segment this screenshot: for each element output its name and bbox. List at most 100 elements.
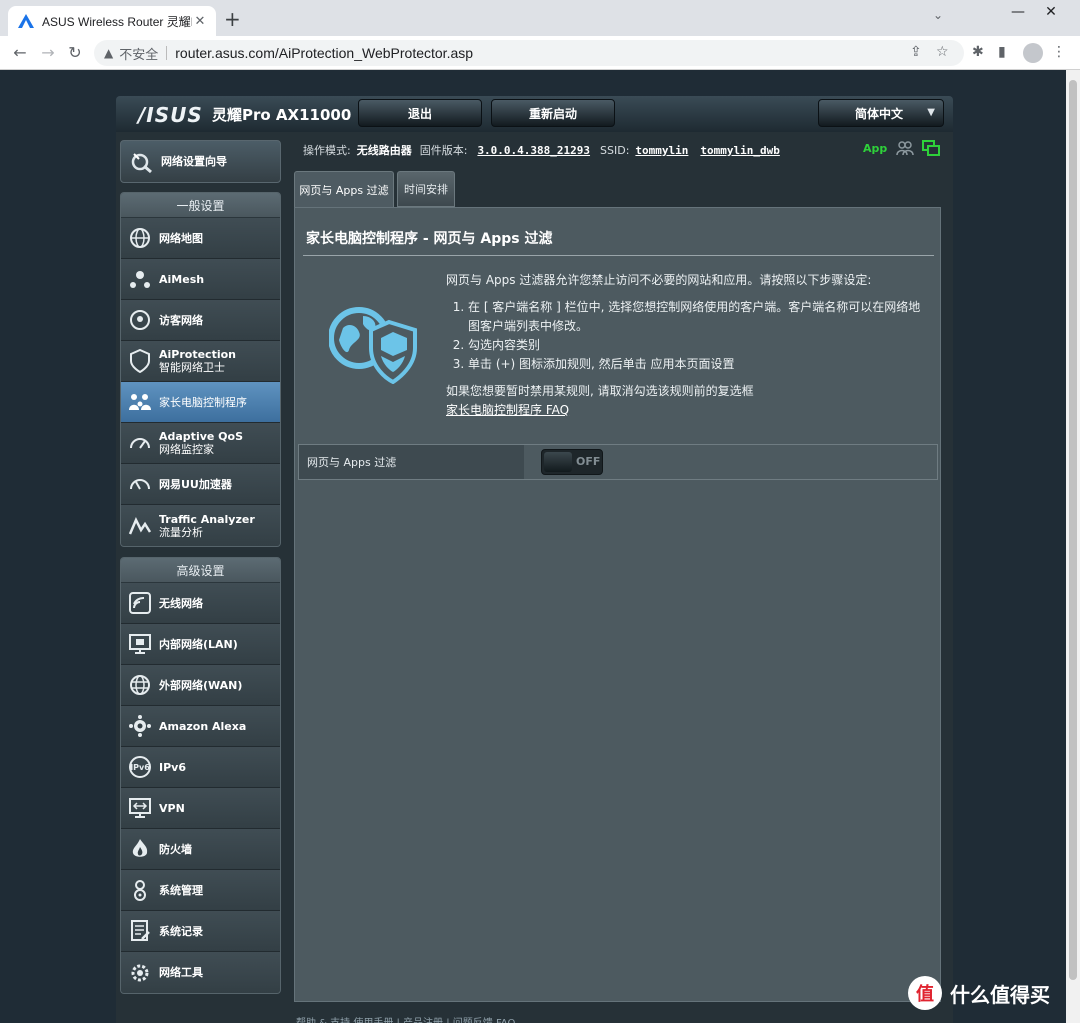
wan-icon — [127, 672, 153, 698]
sidebar-item-guest-network[interactable]: 访客网络 — [121, 300, 280, 341]
sidebar-item-uu-accelerator[interactable]: 网易UU加速器 — [121, 464, 280, 505]
sidebar-item-parental-control[interactable]: 家长电脑控制程序 — [121, 382, 280, 423]
switch-state: OFF — [576, 455, 601, 468]
filter-toggle-row: 网页与 Apps 过滤 OFF — [298, 444, 938, 480]
label-main: Traffic Analyzer — [159, 512, 255, 526]
advanced-settings-menu: 高级设置 无线网络 内部网络(LAN) 外部网络(WAN) Amazon Ale… — [120, 557, 281, 994]
page-scrollbar[interactable] — [1066, 70, 1080, 1023]
sidebar-item-aimesh[interactable]: AiMesh — [121, 259, 280, 300]
operation-mode-value[interactable]: 无线路由器 — [357, 142, 412, 158]
faq-link[interactable]: 家长电脑控制程序 FAQ — [446, 401, 926, 420]
general-settings-menu: 一般设置 网络地图 AiMesh 访客网络 AiProtection 智能网络卫士… — [120, 192, 281, 547]
sidebar-item-label: VPN — [159, 801, 185, 815]
insecure-label[interactable]: 不安全 — [119, 44, 158, 63]
description-block: 网页与 Apps 过滤器允许您禁止访问不必要的网站和应用。请按照以下步骤设定: … — [446, 271, 926, 420]
sidebar-item-system-log[interactable]: 系统记录 — [121, 911, 280, 952]
menu-dots-icon[interactable]: ⋮ — [1052, 44, 1066, 60]
alexa-icon — [127, 713, 153, 739]
warning-icon[interactable]: ▲ — [104, 46, 113, 60]
guest-network-icon — [127, 307, 153, 333]
router-model: 灵耀Pro AX11000 — [212, 106, 352, 124]
close-window-icon[interactable]: ✕ — [1039, 4, 1063, 20]
share-icon[interactable]: ⇪ — [910, 44, 922, 60]
operation-mode-label: 操作模式: — [303, 144, 351, 157]
logout-button[interactable]: 退出 — [358, 99, 482, 127]
sidebar-item-label: 系统记录 — [159, 924, 203, 938]
sidebar-item-label: 访客网络 — [159, 313, 203, 327]
sidebar-item-label: Traffic Analyzer 流量分析 — [159, 513, 255, 539]
admin-icon — [127, 877, 153, 903]
side-panel-icon[interactable]: ▮ — [998, 44, 1006, 60]
sidebar-item-alexa[interactable]: Amazon Alexa — [121, 706, 280, 747]
firmware-value[interactable]: 3.0.0.4.388_21293 — [477, 144, 590, 157]
sidebar-item-adaptive-qos[interactable]: Adaptive QoS 网络监控家 — [121, 423, 280, 464]
family-icon — [127, 389, 153, 415]
label-sub: 流量分析 — [159, 525, 203, 539]
advanced-settings-title: 高级设置 — [121, 558, 280, 583]
note-text: 如果您想要暂时禁用某规则, 请取消勾选该规则前的复选框 — [446, 384, 754, 398]
browser-tab[interactable]: ASUS Wireless Router 灵耀Pro ✕ — [8, 6, 216, 36]
minimize-icon[interactable]: — — [1006, 4, 1030, 20]
new-tab-button[interactable]: + — [224, 9, 241, 29]
sidebar-item-label: 网络地图 — [159, 231, 203, 245]
ssid-label: SSID: — [600, 143, 630, 157]
asus-logo[interactable]: /ISUS — [138, 103, 203, 127]
tab-schedule[interactable]: 时间安排 — [397, 171, 455, 207]
chart-icon — [127, 513, 153, 539]
switch-knob[interactable] — [544, 452, 572, 472]
reboot-button[interactable]: 重新启动 — [491, 99, 615, 127]
url-text[interactable]: router.asus.com/AiProtection_WebProtecto… — [175, 45, 473, 61]
content-panel: 家长电脑控制程序 - 网页与 Apps 过滤 网页与 Apps 过滤器允许您禁止… — [294, 207, 941, 1002]
sidebar-item-lan[interactable]: 内部网络(LAN) — [121, 624, 280, 665]
sidebar-item-label: 系统管理 — [159, 883, 203, 897]
lan-icon — [127, 631, 153, 657]
step-item: 在 [ 客户端名称 ] 栏位中, 选择您想控制网络使用的客户端。客户端名称可以在… — [468, 298, 926, 336]
step-item: 勾选内容类别 — [468, 336, 926, 355]
reload-icon[interactable]: ↻ — [65, 43, 85, 62]
router-header: /ISUS 灵耀Pro AX11000 退出 重新启动 简体中文 ▼ — [116, 96, 953, 132]
omnibox[interactable]: ▲ 不安全 router.asus.com/AiProtection_WebPr… — [94, 40, 964, 66]
scrollbar-thumb[interactable] — [1069, 80, 1077, 980]
internet-status-icon[interactable] — [922, 140, 940, 161]
sidebar-item-ipv6[interactable]: IPv6 IPv6 — [121, 747, 280, 788]
sidebar-item-wireless[interactable]: 无线网络 — [121, 583, 280, 624]
tools-icon — [127, 960, 153, 986]
shield-icon — [127, 348, 153, 374]
mesh-icon — [127, 266, 153, 292]
sidebar-item-firewall[interactable]: 防火墙 — [121, 829, 280, 870]
page-title: 家长电脑控制程序 - 网页与 Apps 过滤 — [306, 231, 553, 247]
sidebar-item-administration[interactable]: 系统管理 — [121, 870, 280, 911]
bookmark-star-icon[interactable]: ☆ — [936, 44, 949, 60]
extensions-icon[interactable]: ✱ — [972, 44, 984, 60]
intro-text: 网页与 Apps 过滤器允许您禁止访问不必要的网站和应用。请按照以下步骤设定: — [446, 273, 872, 287]
ssid-secondary[interactable]: tommylin_dwb — [700, 144, 779, 157]
watermark-text: 什么值得买 — [950, 982, 1050, 1007]
sidebar-item-network-tools[interactable]: 网络工具 — [121, 952, 280, 993]
vpn-icon — [127, 795, 153, 821]
sidebar-item-wan[interactable]: 外部网络(WAN) — [121, 665, 280, 706]
filter-toggle-switch[interactable]: OFF — [541, 449, 603, 475]
tab-search-icon[interactable]: ⌄ — [933, 8, 943, 22]
footer-links[interactable]: 帮助 & 支持 使用手册 | 产品注册 | 问题反馈 FAQ — [296, 1014, 515, 1023]
sidebar-item-vpn[interactable]: VPN — [121, 788, 280, 829]
sidebar-item-label: IPv6 — [159, 760, 186, 774]
language-select[interactable]: 简体中文 ▼ — [818, 99, 944, 127]
tab-web-apps-filter[interactable]: 网页与 Apps 过滤 — [294, 171, 394, 207]
clients-icon[interactable] — [896, 140, 914, 159]
tab-close-icon[interactable]: ✕ — [192, 14, 208, 29]
back-icon[interactable]: ← — [10, 43, 30, 62]
sidebar-item-traffic-analyzer[interactable]: Traffic Analyzer 流量分析 — [121, 505, 280, 546]
forward-icon[interactable]: → — [38, 43, 58, 62]
tab-title: ASUS Wireless Router 灵耀Pro — [42, 14, 192, 29]
title-divider — [303, 255, 934, 256]
firmware-label: 固件版本: — [419, 144, 468, 157]
quick-setup-button[interactable]: 网络设置向导 — [120, 140, 281, 183]
profile-avatar[interactable] — [1023, 43, 1043, 63]
label-main: AiProtection — [159, 348, 236, 361]
sidebar-item-network-map[interactable]: 网络地图 — [121, 218, 280, 259]
ssid-primary[interactable]: tommylin — [635, 144, 688, 157]
sidebar-item-aiprotection[interactable]: AiProtection 智能网络卫士 — [121, 341, 280, 382]
filter-toggle-label: 网页与 Apps 过滤 — [299, 445, 524, 479]
sidebar-item-label: 家长电脑控制程序 — [159, 395, 247, 409]
app-link[interactable]: App — [863, 142, 887, 155]
